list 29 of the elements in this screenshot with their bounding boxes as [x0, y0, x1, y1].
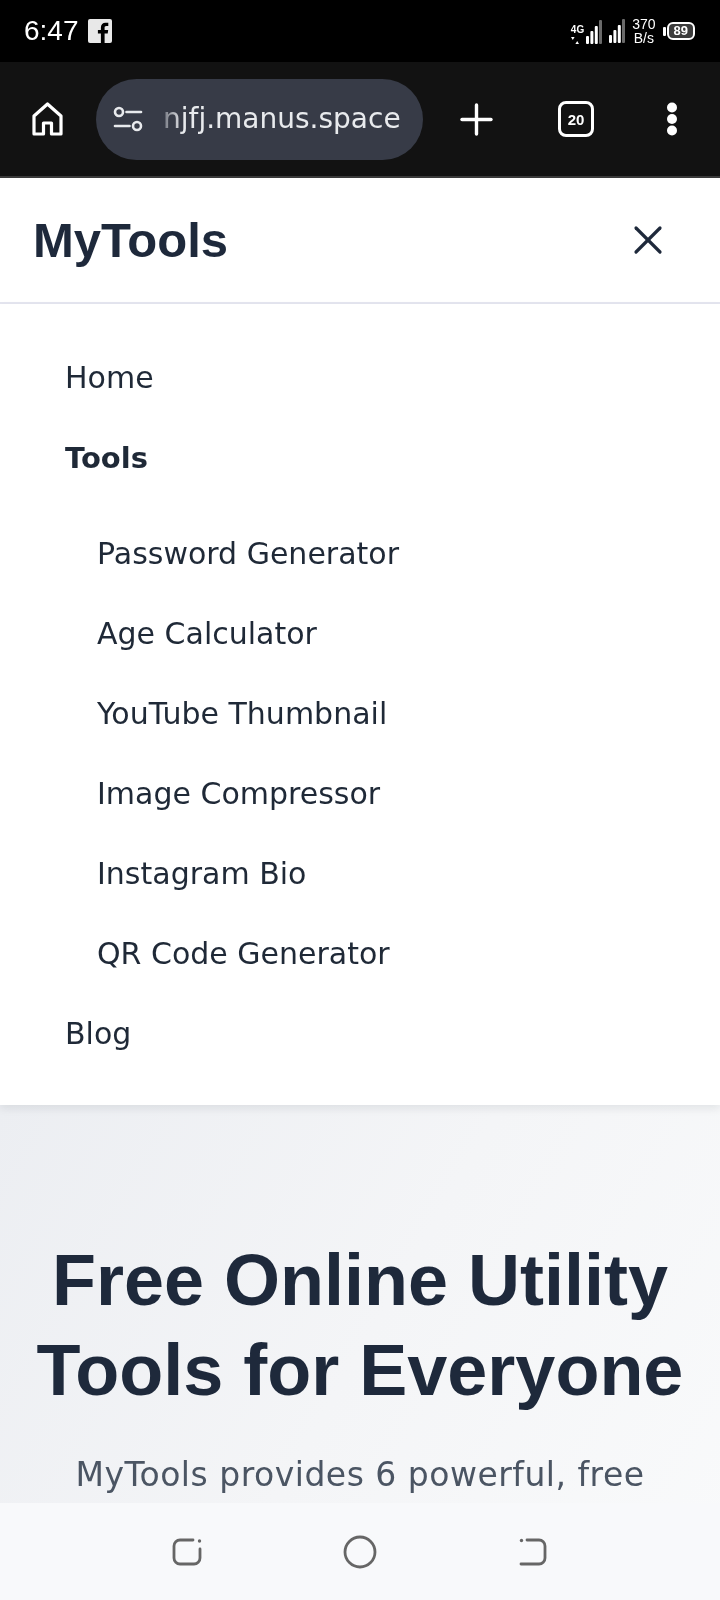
- site-logo-text[interactable]: MyTools: [33, 212, 229, 268]
- url-text: njfj.manus.space: [163, 102, 401, 136]
- submenu-link[interactable]: Instagram Bio: [97, 852, 307, 896]
- plus-icon[interactable]: [460, 102, 493, 136]
- submenu-link[interactable]: YouTube Thumbnail: [97, 692, 388, 736]
- app-notification-icon: [87, 19, 112, 43]
- menu-link[interactable]: Home: [65, 356, 154, 400]
- address-bar[interactable]: njfj.manus.space: [96, 78, 423, 160]
- battery-indicator: 89: [662, 22, 695, 40]
- network-speed: 370 B/s: [632, 17, 656, 45]
- data-arrows-icon: [570, 36, 579, 44]
- submenu-link[interactable]: Password Generator: [97, 532, 399, 576]
- more-options-icon[interactable]: [666, 102, 678, 136]
- signal-icon: [586, 19, 603, 44]
- recents-icon[interactable]: [170, 1536, 203, 1567]
- signal-icon: [609, 19, 626, 43]
- back-icon[interactable]: [518, 1536, 549, 1567]
- site-settings-icon[interactable]: [113, 106, 143, 132]
- submenu-link[interactable]: Age Calculator: [97, 612, 317, 656]
- tab-switcher-button[interactable]: 20: [558, 101, 594, 137]
- hero-description: MyTools provides 6 powerful, free: [75, 1454, 645, 1496]
- menu-section-heading[interactable]: Tools: [65, 436, 148, 480]
- submenu-link[interactable]: Image Compressor: [97, 772, 381, 816]
- hero-title: Free Online Utility Tools for Everyone: [35, 1239, 685, 1412]
- close-icon[interactable]: [633, 225, 663, 255]
- clock-time: 6:47: [24, 16, 79, 46]
- menu-link[interactable]: Blog: [65, 1012, 132, 1056]
- submenu-link[interactable]: QR Code Generator: [97, 932, 390, 976]
- network-type-label: 4G: [570, 24, 585, 35]
